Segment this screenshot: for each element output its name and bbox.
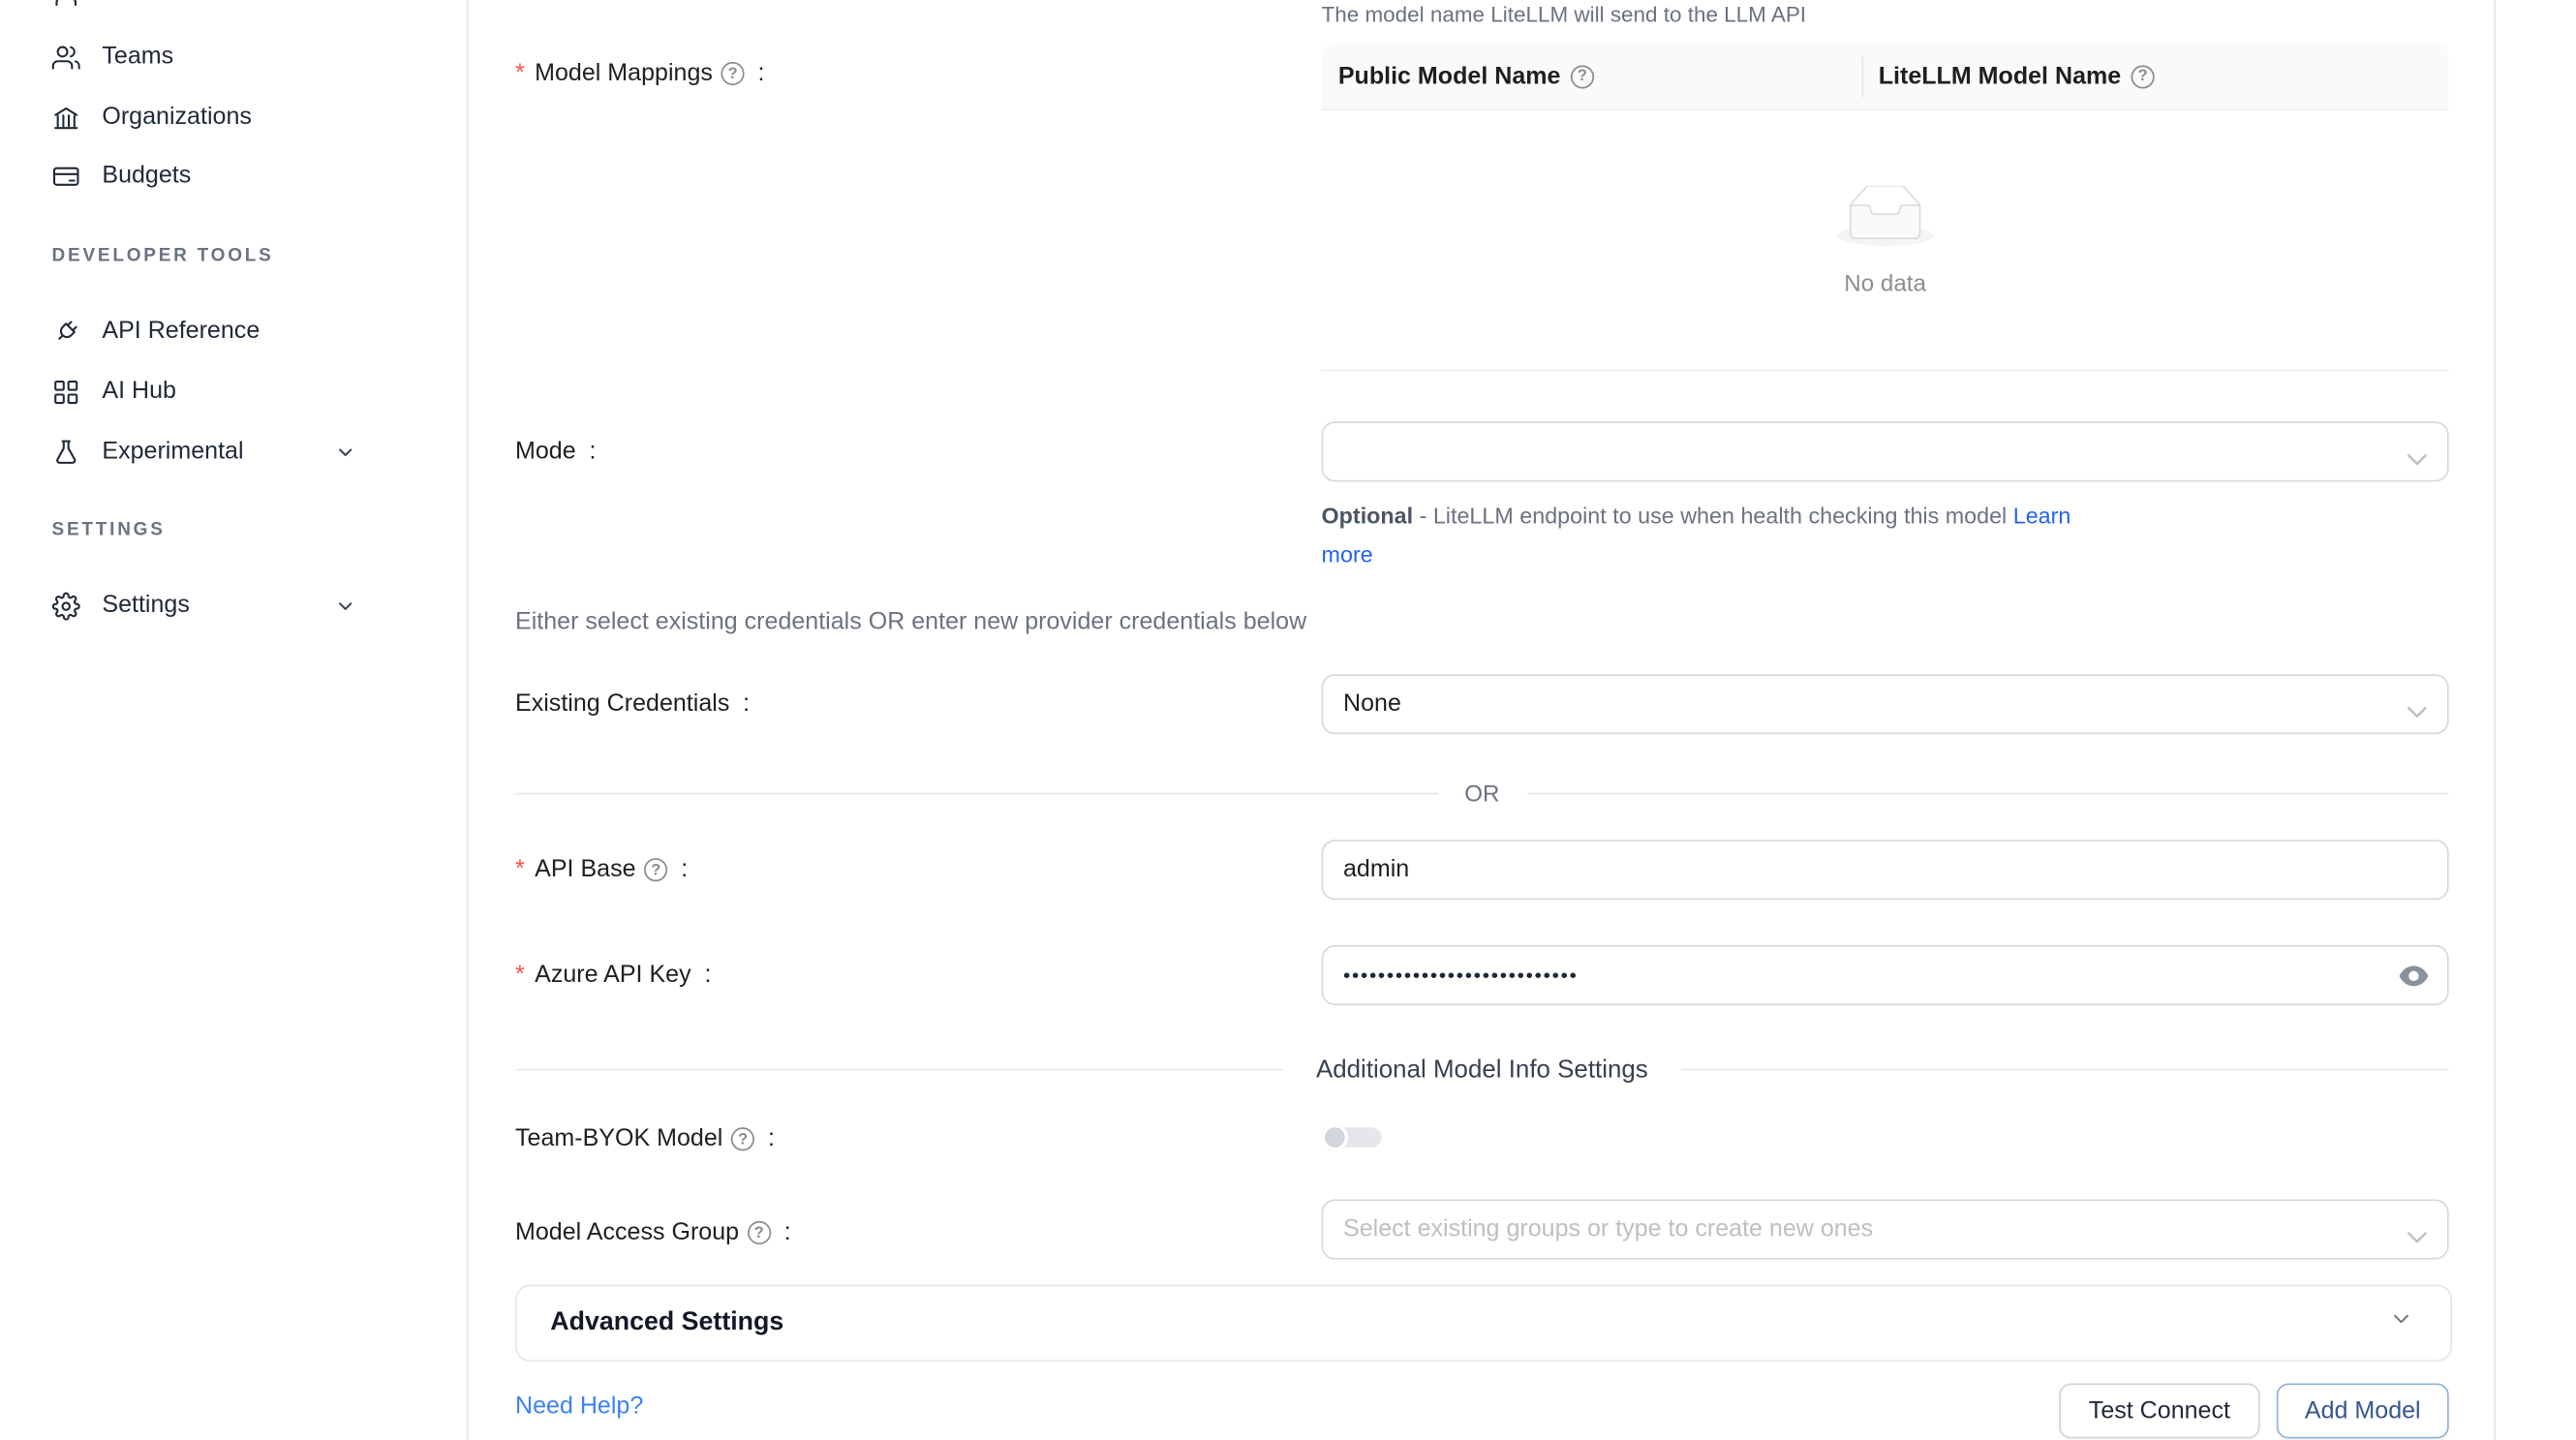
sidebar-item-label: Teams <box>102 44 173 71</box>
chevron-down-icon <box>2407 1224 2428 1251</box>
help-icon[interactable]: ? <box>721 62 745 85</box>
sidebar-item-api-reference[interactable]: API Reference <box>52 301 356 361</box>
api-base-input-wrap <box>1322 840 2449 900</box>
or-divider: OR <box>515 775 2449 812</box>
help-icon[interactable]: ? <box>1571 64 1594 87</box>
existing-credentials-value: None <box>1343 690 1401 718</box>
sidebar-section-settings: SETTINGS <box>52 520 166 540</box>
table-header-litellm-model-name: LiteLLM Model Name ? <box>1863 44 2449 108</box>
chevron-down-icon <box>334 441 355 462</box>
sidebar-item-organizations[interactable]: Organizations <box>52 87 356 147</box>
table-header-public-model-name: Public Model Name ? <box>1322 44 1862 108</box>
credentials-note: Either select existing credentials OR en… <box>515 609 1306 636</box>
need-help-link[interactable]: Need Help? <box>515 1394 643 1421</box>
help-icon[interactable]: ? <box>644 858 667 881</box>
model-access-group-select-wrap: Select existing groups or type to create… <box>1322 1199 2449 1259</box>
help-icon[interactable]: ? <box>748 1221 771 1244</box>
sidebar-item-budgets[interactable]: Budgets <box>52 145 356 205</box>
chevron-down-icon <box>334 595 355 616</box>
gear-icon <box>52 592 80 620</box>
chevron-down-icon <box>2407 699 2428 726</box>
grid-icon <box>52 377 80 405</box>
api-base-input[interactable] <box>1322 840 2449 900</box>
mode-select[interactable] <box>1322 421 2449 481</box>
eye-icon <box>2399 965 2429 986</box>
table-header-row: Public Model Name ? LiteLLM Model Name ? <box>1322 44 2449 110</box>
team-byok-toggle[interactable] <box>1322 1124 1382 1151</box>
team-byok-label: Team-BYOK Model ? : <box>515 1120 775 1157</box>
test-connect-button[interactable]: Test Connect <box>2059 1383 2259 1438</box>
add-model-button[interactable]: Add Model <box>2277 1383 2449 1438</box>
model-name-helper-text: The model name LiteLLM will send to the … <box>1322 2 1807 27</box>
model-access-group-label: Model Access Group ? : <box>515 1214 791 1251</box>
existing-credentials-label: Existing Credentials : <box>515 686 750 722</box>
required-marker: * <box>515 962 525 989</box>
help-icon[interactable]: ? <box>731 1127 754 1150</box>
table-empty-state: No data <box>1322 110 2449 371</box>
sidebar-item-internal-users[interactable]: Internal Users <box>52 0 356 23</box>
content-right-border <box>2494 0 2496 1440</box>
empty-box-icon <box>1837 185 1934 256</box>
mode-select-wrap <box>1322 421 2449 481</box>
sidebar: Internal Users Teams Organizations Budge… <box>0 0 469 1440</box>
sidebar-item-label: Budgets <box>102 163 191 190</box>
model-access-group-placeholder: Select existing groups or type to create… <box>1343 1216 1873 1243</box>
additional-settings-divider: Additional Model Info Settings <box>515 1051 2449 1088</box>
chevron-down-icon <box>2389 1306 2414 1340</box>
plug-icon <box>52 317 80 345</box>
advanced-settings-header[interactable]: Advanced Settings <box>515 1285 2452 1362</box>
help-icon[interactable]: ? <box>2131 64 2155 87</box>
sidebar-item-experimental[interactable]: Experimental <box>52 421 356 481</box>
required-marker: * <box>515 60 525 87</box>
mode-help-text: Optional - LiteLLM endpoint to use when … <box>1322 497 2104 573</box>
sidebar-item-label: Experimental <box>102 439 243 466</box>
mode-label: Mode : <box>515 433 596 470</box>
toggle-password-visibility-button[interactable] <box>2397 962 2431 989</box>
api-base-label: * API Base ? : <box>515 851 688 888</box>
add-model-page: Internal Users Teams Organizations Budge… <box>0 0 2576 1440</box>
azure-api-key-input-wrap <box>1322 945 2449 1005</box>
advanced-settings-title: Advanced Settings <box>550 1308 2388 1338</box>
users-icon <box>52 43 80 71</box>
existing-credentials-select[interactable]: None <box>1322 674 2449 734</box>
chevron-down-icon <box>2407 446 2428 474</box>
existing-credentials-select-wrap: None <box>1322 674 2449 734</box>
sidebar-item-label: AI Hub <box>102 378 176 405</box>
sidebar-item-label: API Reference <box>102 318 260 345</box>
model-mappings-label: * Model Mappings ? : <box>515 55 765 92</box>
user-icon <box>52 0 80 8</box>
flask-icon <box>52 438 80 466</box>
azure-api-key-input[interactable] <box>1322 945 2449 1005</box>
sidebar-item-teams[interactable]: Teams <box>52 27 356 87</box>
sidebar-item-label: Organizations <box>102 104 252 131</box>
bank-icon <box>52 103 80 131</box>
sidebar-section-developer-tools: DEVELOPER TOOLS <box>52 246 274 266</box>
sidebar-item-label: Settings <box>102 592 190 619</box>
credit-card-icon <box>52 162 80 190</box>
toggle-knob <box>1322 1124 1349 1151</box>
sidebar-item-ai-hub[interactable]: AI Hub <box>52 361 356 421</box>
sidebar-item-settings[interactable]: Settings <box>52 575 356 635</box>
model-access-group-select[interactable]: Select existing groups or type to create… <box>1322 1199 2449 1259</box>
required-marker: * <box>515 856 525 883</box>
empty-state-text: No data <box>1844 268 1926 295</box>
model-mappings-table: Public Model Name ? LiteLLM Model Name ?… <box>1322 44 2449 372</box>
azure-api-key-label: * Azure API Key : <box>515 957 711 994</box>
sidebar-item-label: Internal Users <box>102 0 253 7</box>
